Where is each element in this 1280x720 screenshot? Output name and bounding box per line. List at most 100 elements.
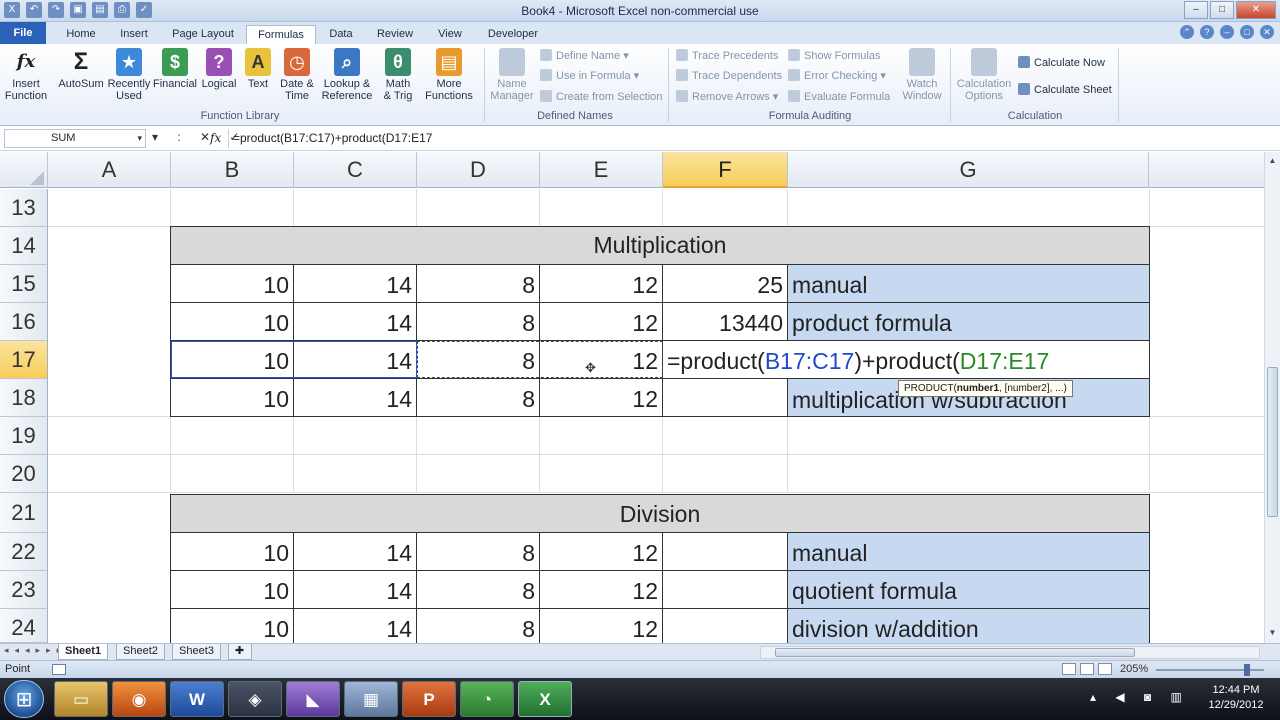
minimize-ribbon-icon[interactable]: ⌃	[1180, 25, 1194, 39]
cell-b22[interactable]: 10	[170, 532, 294, 571]
maximize-button[interactable]: □	[1210, 1, 1234, 19]
row-header-22[interactable]: 22	[0, 533, 48, 571]
cell-d15[interactable]: 8	[416, 264, 540, 303]
insert-function-button[interactable]: fx Insert Function	[4, 48, 48, 102]
select-all-button[interactable]	[0, 152, 48, 188]
cell-e15[interactable]: 12	[539, 264, 663, 303]
calculate-sheet-button[interactable]: Calculate Sheet	[1018, 82, 1112, 98]
division-header[interactable]: Division	[170, 494, 1150, 533]
cell-f18[interactable]	[662, 378, 788, 417]
tab-developer[interactable]: Developer	[480, 25, 546, 44]
cell-d23[interactable]: 8	[416, 570, 540, 609]
autosum-button[interactable]: Σ AutoSum	[56, 48, 106, 90]
zoom-slider-knob[interactable]	[1244, 664, 1250, 676]
tab-home[interactable]: Home	[58, 25, 104, 44]
tab-file[interactable]: File	[0, 22, 46, 44]
row-header-14[interactable]: 14	[0, 227, 48, 265]
cell-g15[interactable]: manual	[787, 264, 1150, 303]
cell-f15[interactable]: 25	[662, 264, 788, 303]
horizontal-scroll-thumb[interactable]	[775, 648, 1135, 657]
text-button[interactable]: A Text	[240, 48, 276, 90]
cell-f23[interactable]	[662, 570, 788, 609]
excel-icon[interactable]: X	[518, 681, 572, 717]
page-layout-view-icon[interactable]	[1080, 663, 1094, 675]
stream-app-icon[interactable]: ◔	[460, 681, 514, 717]
recently-used-button[interactable]: ★ Recently Used	[106, 48, 152, 102]
tab-review[interactable]: Review	[370, 25, 420, 44]
close-button[interactable]: ✕	[1236, 1, 1276, 19]
remove-arrows-button[interactable]: Remove Arrows ▾	[676, 89, 778, 105]
cell-c24[interactable]: 14	[293, 608, 417, 644]
cell-b15[interactable]: 10	[170, 264, 294, 303]
cell-e16[interactable]: 12	[539, 302, 663, 341]
cell-f16[interactable]: 13440	[662, 302, 788, 341]
show-formulas-button[interactable]: Show Formulas	[788, 48, 880, 64]
cell-g23[interactable]: quotient formula	[787, 570, 1150, 609]
name-manager-button[interactable]: Name Manager	[488, 48, 536, 102]
trace-precedents-button[interactable]: Trace Precedents	[676, 48, 778, 64]
tab-formulas[interactable]: Formulas	[246, 25, 316, 44]
name-box[interactable]: SUM ▾	[4, 129, 146, 148]
row-header-24[interactable]: 24	[0, 609, 48, 643]
cell-d22[interactable]: 8	[416, 532, 540, 571]
zoom-level[interactable]: 205%	[1120, 661, 1148, 678]
cell-d18[interactable]: 8	[416, 378, 540, 417]
workbook-close-icon[interactable]: ✕	[1260, 25, 1274, 39]
row-header-16[interactable]: 16	[0, 303, 48, 341]
workbook-restore-icon[interactable]: □	[1240, 25, 1254, 39]
watch-window-button[interactable]: Watch Window	[898, 48, 946, 102]
system-tray[interactable]: ▴ ◀ ◙ ▥	[1090, 690, 1190, 704]
tab-insert[interactable]: Insert	[112, 25, 156, 44]
row-header-19[interactable]: 19	[0, 417, 48, 455]
logical-button[interactable]: ? Logical	[198, 48, 240, 90]
cell-d16[interactable]: 8	[416, 302, 540, 341]
row-header-20[interactable]: 20	[0, 455, 48, 493]
use-in-formula-button[interactable]: Use in Formula ▾	[540, 68, 639, 84]
row-header-21[interactable]: 21	[0, 493, 48, 533]
sheet-tab-sheet3[interactable]: Sheet3	[172, 644, 221, 660]
firefox-icon[interactable]: ◉	[112, 681, 166, 717]
row-header-13[interactable]: 13	[0, 189, 48, 227]
cell-c15[interactable]: 14	[293, 264, 417, 303]
date-time-button[interactable]: ◷ Date & Time	[276, 48, 318, 102]
explorer-icon[interactable]: ▭	[54, 681, 108, 717]
multiplication-header[interactable]: Multiplication	[170, 226, 1150, 265]
calculate-now-button[interactable]: Calculate Now	[1018, 55, 1105, 71]
column-header-f[interactable]: F	[663, 152, 788, 188]
cell-b23[interactable]: 10	[170, 570, 294, 609]
cell-g22[interactable]: manual	[787, 532, 1150, 571]
column-header-c[interactable]: C	[294, 152, 417, 188]
cell-c18[interactable]: 14	[293, 378, 417, 417]
row-header-17[interactable]: 17	[0, 341, 48, 379]
vertical-scrollbar[interactable]: ▲ ▼	[1264, 152, 1280, 644]
scroll-up-icon[interactable]: ▲	[1267, 156, 1278, 165]
cell-e23[interactable]: 12	[539, 570, 663, 609]
minimize-button[interactable]: –	[1184, 1, 1208, 19]
paint-icon[interactable]: ◣	[286, 681, 340, 717]
cell-b16[interactable]: 10	[170, 302, 294, 341]
evaluate-formula-button[interactable]: Evaluate Formula	[788, 89, 890, 105]
normal-view-icon[interactable]	[1062, 663, 1076, 675]
row-header-15[interactable]: 15	[0, 265, 48, 303]
cell-b18[interactable]: 10	[170, 378, 294, 417]
tooltip-arg-number1[interactable]: number1	[957, 383, 999, 394]
tab-data[interactable]: Data	[322, 25, 360, 44]
row-header-18[interactable]: 18	[0, 379, 48, 417]
start-button[interactable]	[4, 680, 44, 718]
cell-c23[interactable]: 14	[293, 570, 417, 609]
financial-button[interactable]: $ Financial	[152, 48, 198, 90]
word-icon[interactable]: W	[170, 681, 224, 717]
tab-view[interactable]: View	[430, 25, 470, 44]
column-header-g[interactable]: G	[788, 152, 1149, 188]
page-break-view-icon[interactable]	[1098, 663, 1112, 675]
cell-f24[interactable]	[662, 608, 788, 644]
insert-sheet-icon[interactable]: ✚	[228, 644, 252, 660]
row-header-23[interactable]: 23	[0, 571, 48, 609]
workbook-minimize-icon[interactable]: –	[1220, 25, 1234, 39]
create-from-selection-button[interactable]: Create from Selection	[540, 89, 662, 105]
calculation-options-button[interactable]: Calculation Options	[954, 48, 1014, 102]
calculator-icon[interactable]: ▦	[344, 681, 398, 717]
cell-g24[interactable]: division w/addition	[787, 608, 1150, 644]
cell-c22[interactable]: 14	[293, 532, 417, 571]
cell-c16[interactable]: 14	[293, 302, 417, 341]
